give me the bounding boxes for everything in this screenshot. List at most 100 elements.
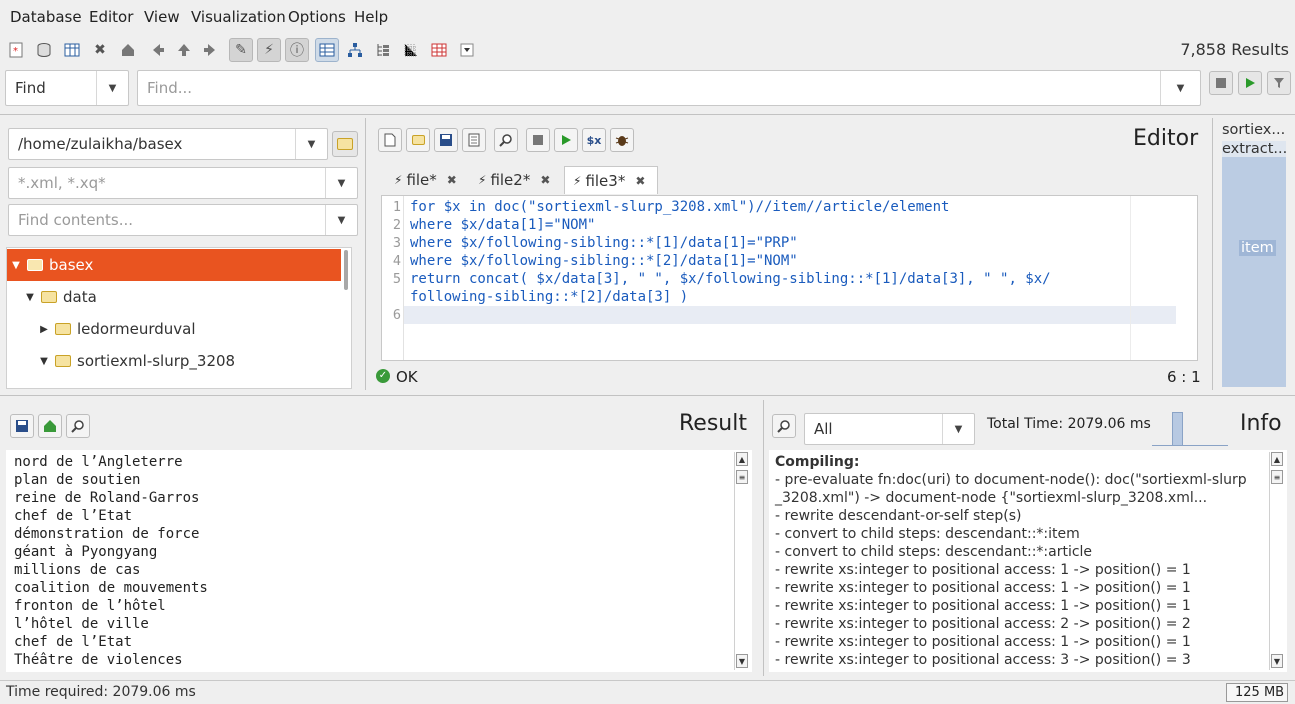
scroll-grip-icon[interactable]: ≡ xyxy=(736,470,748,484)
info-filter-select[interactable]: All ▼ xyxy=(804,413,975,445)
tree-view-icon[interactable] xyxy=(343,38,367,62)
variables-icon[interactable]: $x xyxy=(582,128,606,152)
new-database-icon[interactable]: * xyxy=(4,38,28,62)
home-icon[interactable] xyxy=(38,414,62,438)
tab-file[interactable]: ⚡ file* ✖ xyxy=(386,166,465,194)
find-contents-input[interactable]: Find contents... ▼ xyxy=(8,204,358,236)
search-icon[interactable] xyxy=(494,128,518,152)
result-line: nord de l’Angleterre xyxy=(14,454,183,470)
scroll-up-icon[interactable]: ▲ xyxy=(736,452,748,466)
browse-folder-button[interactable] xyxy=(332,131,358,157)
result-scrollbar[interactable]: ▲ ≡ ▼ xyxy=(734,452,748,670)
tree-scrollbar[interactable] xyxy=(341,248,351,388)
collapsed-arrow-icon[interactable]: ▶ xyxy=(37,324,51,335)
save-icon[interactable] xyxy=(434,128,458,152)
find-contents-placeholder: Find contents... xyxy=(18,211,134,229)
tree-item-ledormeurduval[interactable]: ▶ ledormeurduval xyxy=(7,313,351,345)
code-editor[interactable]: 1 2 3 4 5 6 for $x in doc("sortiexml-slu… xyxy=(381,195,1198,361)
xquery-file-icon: ⚡ xyxy=(394,173,403,187)
chevron-down-icon[interactable]: ▼ xyxy=(942,414,974,444)
info-line: - rewrite xs:integer to positional acces… xyxy=(775,580,1191,596)
filter-funnel-icon[interactable] xyxy=(1267,71,1291,95)
scroll-grip-icon[interactable]: ≡ xyxy=(1271,470,1283,484)
tab-file3[interactable]: ⚡ file3* ✖ xyxy=(564,166,658,194)
code-line: where $x/following-sibling::*[1]/data[1]… xyxy=(410,235,798,251)
find-mode-select[interactable]: Find ▼ xyxy=(5,70,129,106)
scroll-down-icon[interactable]: ▼ xyxy=(736,654,748,668)
scrollbar-thumb[interactable] xyxy=(344,250,348,290)
menu-options[interactable]: Options xyxy=(288,8,346,26)
info-scrollbar[interactable]: ▲ ≡ ▼ xyxy=(1269,452,1283,670)
more-icon[interactable] xyxy=(455,38,479,62)
chevron-down-icon[interactable]: ▼ xyxy=(325,168,357,198)
result-line: reine de Roland-Garros xyxy=(14,490,200,506)
memory-usage[interactable]: 125 MB xyxy=(1226,683,1288,702)
editor-status: OK xyxy=(396,368,418,386)
chevron-down-icon[interactable]: ▼ xyxy=(1160,71,1200,105)
info-output[interactable]: Compiling: - pre-evaluate fn:doc(uri) to… xyxy=(769,450,1287,672)
viz-node-area[interactable] xyxy=(1222,157,1286,387)
realtime-filter-icon[interactable]: ⚡ xyxy=(257,38,281,62)
expanded-arrow-icon[interactable]: ▼ xyxy=(9,260,23,271)
path-select[interactable]: /home/zulaikha/basex ▼ xyxy=(8,128,328,160)
menu-visualization[interactable]: Visualization xyxy=(191,8,286,26)
close-icon[interactable]: ✖ xyxy=(88,38,112,62)
search-icon[interactable] xyxy=(66,414,90,438)
stop-icon[interactable] xyxy=(526,128,550,152)
folder-view-icon[interactable] xyxy=(371,38,395,62)
chevron-down-icon[interactable]: ▼ xyxy=(295,129,327,159)
run-icon[interactable] xyxy=(1238,71,1262,95)
tab-file2[interactable]: ⚡ file2* ✖ xyxy=(470,166,558,194)
filter-icon[interactable]: ✎ xyxy=(229,38,253,62)
close-icon[interactable]: ✖ xyxy=(447,173,457,187)
find-input[interactable]: Find... ▼ xyxy=(137,70,1201,106)
table-view-icon[interactable] xyxy=(315,38,339,62)
properties-icon[interactable] xyxy=(60,38,84,62)
expanded-arrow-icon[interactable]: ▼ xyxy=(23,292,37,303)
forward-icon[interactable] xyxy=(198,38,222,62)
result-output[interactable]: nord de l’Angleterre plan de soutien rei… xyxy=(6,450,752,672)
debug-icon[interactable] xyxy=(610,128,634,152)
open-file-icon[interactable] xyxy=(406,128,430,152)
visualization-panel[interactable]: sortiex... extract... item xyxy=(1219,122,1288,388)
menu-help[interactable]: Help xyxy=(354,8,388,26)
info-icon[interactable]: ⓘ xyxy=(285,38,309,62)
up-icon[interactable] xyxy=(172,38,196,62)
open-database-icon[interactable] xyxy=(32,38,56,62)
line-number: 5 xyxy=(392,271,401,287)
scroll-up-icon[interactable]: ▲ xyxy=(1271,452,1283,466)
close-icon[interactable]: ✖ xyxy=(635,174,645,188)
code-line: return concat( $x/data[3], " ", $x/follo… xyxy=(410,271,1051,287)
run-icon[interactable] xyxy=(554,128,578,152)
expanded-arrow-icon[interactable]: ▼ xyxy=(37,356,51,367)
file-filter-input[interactable]: *.xml, *.xq* ▼ xyxy=(8,167,358,199)
result-line: géant à Pyongyang xyxy=(14,544,158,560)
viz-label: item xyxy=(1239,240,1276,256)
info-line: - rewrite xs:integer to positional acces… xyxy=(775,634,1191,650)
map-icon[interactable] xyxy=(427,38,451,62)
histogram-baseline xyxy=(1152,445,1228,446)
menu-editor[interactable]: Editor xyxy=(89,8,133,26)
tab-label: file* xyxy=(406,171,437,189)
search-icon[interactable] xyxy=(772,414,796,438)
tree-item-data[interactable]: ▼ data xyxy=(7,281,351,313)
stop-icon[interactable] xyxy=(1209,71,1233,95)
tree-item-sortiexml[interactable]: ▼ sortiexml-slurp_3208 xyxy=(7,345,351,377)
home-icon[interactable] xyxy=(116,38,140,62)
menu-database[interactable]: Database xyxy=(10,8,82,26)
tree-item-basex[interactable]: ▼ basex xyxy=(7,249,351,281)
save-icon[interactable] xyxy=(10,414,34,438)
back-icon[interactable] xyxy=(146,38,170,62)
xquery-file-icon: ⚡ xyxy=(478,173,487,187)
scroll-down-icon[interactable]: ▼ xyxy=(1271,654,1283,668)
plot-icon[interactable] xyxy=(399,38,423,62)
code-line: where $x/data[1]="NOM" xyxy=(410,217,596,233)
new-file-icon[interactable] xyxy=(378,128,402,152)
chevron-down-icon[interactable]: ▼ xyxy=(96,71,128,105)
format-icon[interactable] xyxy=(462,128,486,152)
folder-icon xyxy=(337,138,353,150)
chevron-down-icon[interactable]: ▼ xyxy=(325,205,357,235)
menu-view[interactable]: View xyxy=(144,8,180,26)
close-icon[interactable]: ✖ xyxy=(540,173,550,187)
result-title: Result xyxy=(679,411,747,436)
